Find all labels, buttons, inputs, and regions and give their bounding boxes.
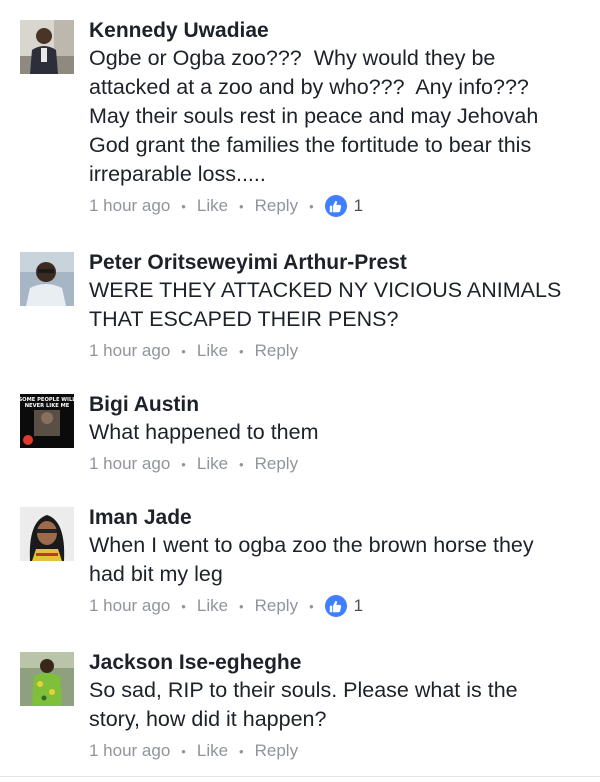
reaction-summary[interactable]: 1 [324,595,364,617]
separator-dot: • [309,598,314,614]
comment-timestamp[interactable]: 1 hour ago [89,454,170,474]
separator-dot: • [239,598,244,614]
comment-actions: 1 hour ago • Like • Reply • 1 [89,594,592,618]
comment-timestamp[interactable]: 1 hour ago [89,596,170,616]
comment-author[interactable]: Peter Oritseweyimi Arthur-Prest [89,250,592,276]
profile-photo-woman-icon [20,507,74,561]
comment-text: Ogbe or Ogba zoo??? Why would they be at… [89,46,539,186]
separator-dot: • [181,343,186,359]
comment-text: When I went to ogba zoo the brown horse … [89,533,534,586]
reaction-count: 1 [353,596,364,615]
thumbs-up-icon [324,195,347,217]
comment-text: WERE THEY ATTACKED NY VICIOUS ANIMALS TH… [89,278,562,331]
avatar[interactable] [20,507,74,561]
comment-actions: 1 hour ago • Like • Reply [89,339,592,363]
separator-dot: • [181,198,186,214]
reply-button[interactable]: Reply [255,454,298,474]
separator-dot: • [239,198,244,214]
separator-dot: • [239,456,244,472]
comment-list: Kennedy Uwadiae Ogbe or Ogba zoo??? Why … [0,0,600,782]
comment-timestamp[interactable]: 1 hour ago [89,196,170,216]
like-button[interactable]: Like [197,596,228,616]
separator-dot: • [239,343,244,359]
profile-photo-man-office-icon [20,20,74,74]
comment-author[interactable]: Kennedy Uwadiae [89,18,592,44]
like-button[interactable]: Like [197,341,228,361]
profile-photo-man-glasses-icon [20,252,74,306]
profile-photo-man-green-icon [20,652,74,706]
comment-author[interactable]: Iman Jade [89,505,592,531]
divider [0,776,600,777]
separator-dot: • [239,743,244,759]
comment-timestamp[interactable]: 1 hour ago [89,741,170,761]
like-button[interactable]: Like [197,196,228,216]
separator-dot: • [181,456,186,472]
svg-text:NEVER LIKE ME: NEVER LIKE ME [25,403,70,409]
comment-author[interactable]: Bigi Austin [89,392,592,418]
comment-timestamp[interactable]: 1 hour ago [89,341,170,361]
like-button[interactable]: Like [197,454,228,474]
reply-button[interactable]: Reply [255,341,298,361]
reaction-summary[interactable]: 1 [324,195,364,217]
like-button[interactable]: Like [197,741,228,761]
avatar[interactable] [20,252,74,306]
comment-text: What happened to them [89,420,319,444]
avatar[interactable] [20,20,74,74]
reply-button[interactable]: Reply [255,741,298,761]
comment-actions: 1 hour ago • Like • Reply • 1 [89,194,592,218]
separator-dot: • [181,598,186,614]
thumbs-up-icon [324,595,347,617]
avatar[interactable]: SOME PEOPLE WILL NEVER LIKE ME [20,394,74,448]
avatar[interactable] [20,652,74,706]
reaction-count: 1 [353,196,364,215]
reply-button[interactable]: Reply [255,596,298,616]
comment-text: So sad, RIP to their souls. Please what … [89,678,518,731]
separator-dot: • [181,743,186,759]
separator-dot: • [309,198,314,214]
profile-photo-meme-icon: SOME PEOPLE WILL NEVER LIKE ME [20,394,74,448]
comment-author[interactable]: Jackson Ise-egheghe [89,650,592,676]
comment-actions: 1 hour ago • Like • Reply [89,739,592,763]
reply-button[interactable]: Reply [255,196,298,216]
comment-actions: 1 hour ago • Like • Reply [89,452,592,476]
